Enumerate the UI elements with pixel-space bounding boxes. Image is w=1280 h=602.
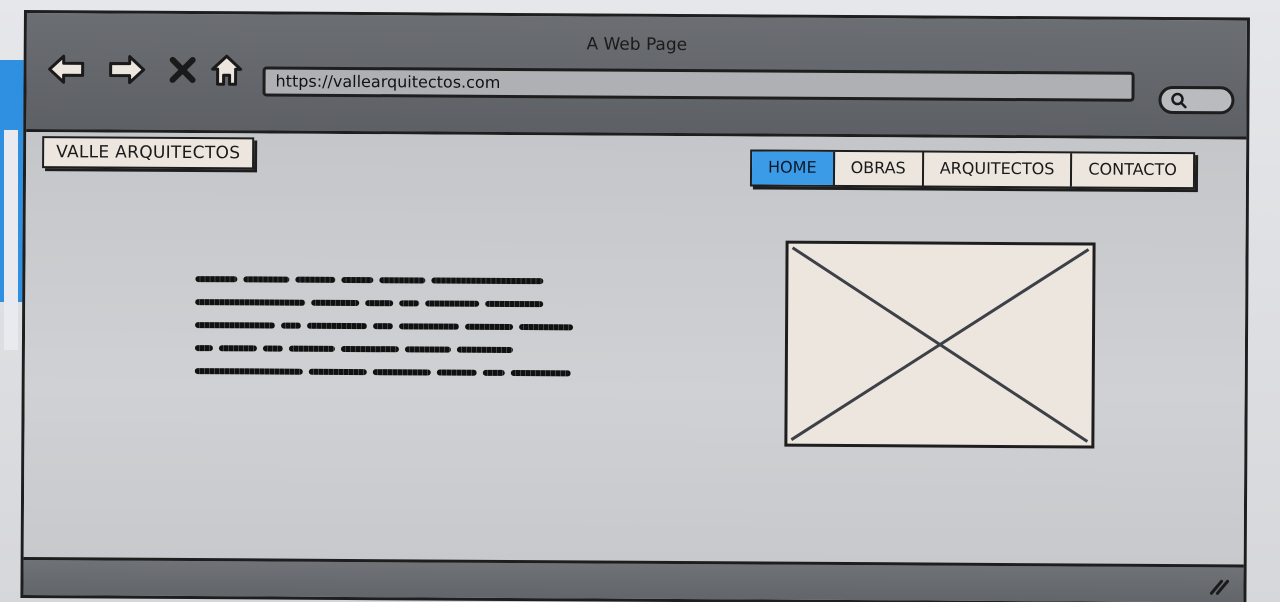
- home-button[interactable]: [207, 50, 247, 90]
- back-arrow-icon: [48, 54, 85, 84]
- address-bar[interactable]: https://vallearquitectos.com: [262, 66, 1135, 102]
- placeholder-text-line: [195, 321, 615, 332]
- site-navigation: HOME OBRAS ARQUITECTOS CONTACTO: [749, 149, 1195, 190]
- browser-titlebar: A Web Page https://vallearquitectos.com: [26, 13, 1247, 140]
- nav-item-arquitectos[interactable]: ARQUITECTOS: [923, 152, 1073, 187]
- search-icon: [1171, 92, 1187, 109]
- page-content: VALLE ARQUITECTOS HOME OBRAS ARQUITECTOS…: [23, 132, 1247, 565]
- browser-statusbar: [23, 557, 1244, 602]
- stage: A Web Page https://vallearquitectos.com …: [0, 0, 1280, 602]
- placeholder-text-line: [195, 275, 615, 286]
- placeholder-text-line: [194, 344, 615, 355]
- browser-window: A Web Page https://vallearquitectos.com …: [20, 10, 1250, 602]
- close-icon: [169, 56, 196, 84]
- background-window-panel: [4, 130, 18, 350]
- stop-button[interactable]: [163, 50, 203, 90]
- home-icon: [211, 54, 243, 86]
- search-button[interactable]: [1158, 85, 1235, 115]
- nav-item-home[interactable]: HOME: [751, 151, 835, 185]
- site-brand[interactable]: VALLE ARQUITECTOS: [42, 136, 255, 170]
- nav-item-obras[interactable]: OBRAS: [834, 151, 924, 186]
- forward-arrow-icon: [109, 55, 146, 85]
- image-placeholder: [784, 240, 1096, 449]
- placeholder-text-line: [195, 298, 615, 309]
- forward-button[interactable]: [107, 50, 147, 90]
- placeholder-text-line: [194, 367, 615, 378]
- nav-item-contacto[interactable]: CONTACTO: [1072, 153, 1193, 187]
- back-button[interactable]: [47, 49, 87, 89]
- placeholder-text-block: [194, 275, 616, 393]
- image-placeholder-icon: [790, 246, 1090, 443]
- resize-grip-icon[interactable]: [1207, 576, 1230, 596]
